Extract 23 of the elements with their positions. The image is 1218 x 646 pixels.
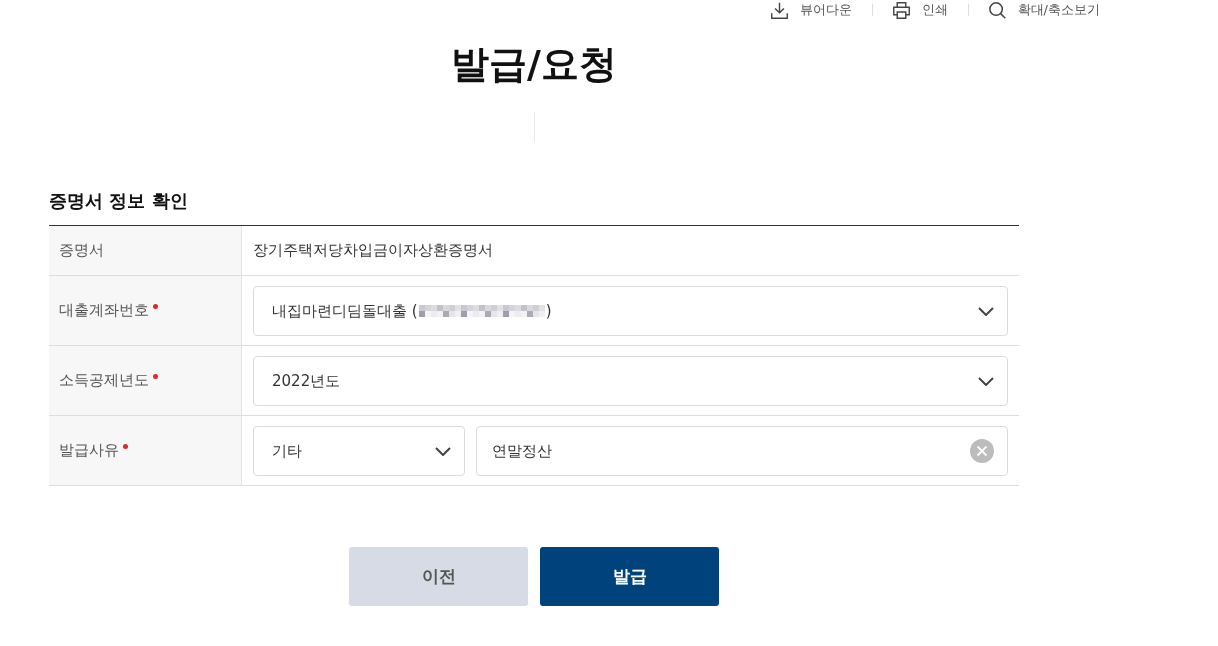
print-link[interactable]: 인쇄 <box>892 1 948 19</box>
chevron-down-icon <box>978 376 994 386</box>
text-input-field[interactable]: 연말정산 <box>476 426 1008 476</box>
clear-icon[interactable] <box>970 439 994 463</box>
certificate-name: 장기주택저당차입금이자상환증명서 <box>253 241 493 260</box>
page-title: 발급/요청 <box>451 41 617 88</box>
field-label: 대출계좌번호 <box>59 301 149 320</box>
dropdown-select[interactable]: 2022년도 <box>253 356 1008 406</box>
field-label: 소득공제년도 <box>59 371 149 390</box>
printer-icon <box>892 1 910 19</box>
download-icon <box>770 1 788 19</box>
secondary-button[interactable]: 이전 <box>349 547 528 606</box>
primary-button[interactable]: 발급 <box>540 547 719 606</box>
zoom-view-link[interactable]: 확대/축소보기 <box>988 1 1100 19</box>
field-label: 발급사유 <box>59 441 119 460</box>
section-title: 증명서 정보 확인 <box>49 189 189 213</box>
field-label: 증명서 <box>59 241 104 260</box>
search-icon <box>988 1 1006 19</box>
dropdown-select[interactable]: 기타 <box>253 426 465 476</box>
chevron-down-icon <box>978 306 994 316</box>
download-link[interactable]: 뷰어다운 <box>770 1 852 19</box>
dropdown-select[interactable]: 내집마련디딤돌대출 ( ) <box>253 286 1008 336</box>
chevron-down-icon <box>435 446 451 456</box>
